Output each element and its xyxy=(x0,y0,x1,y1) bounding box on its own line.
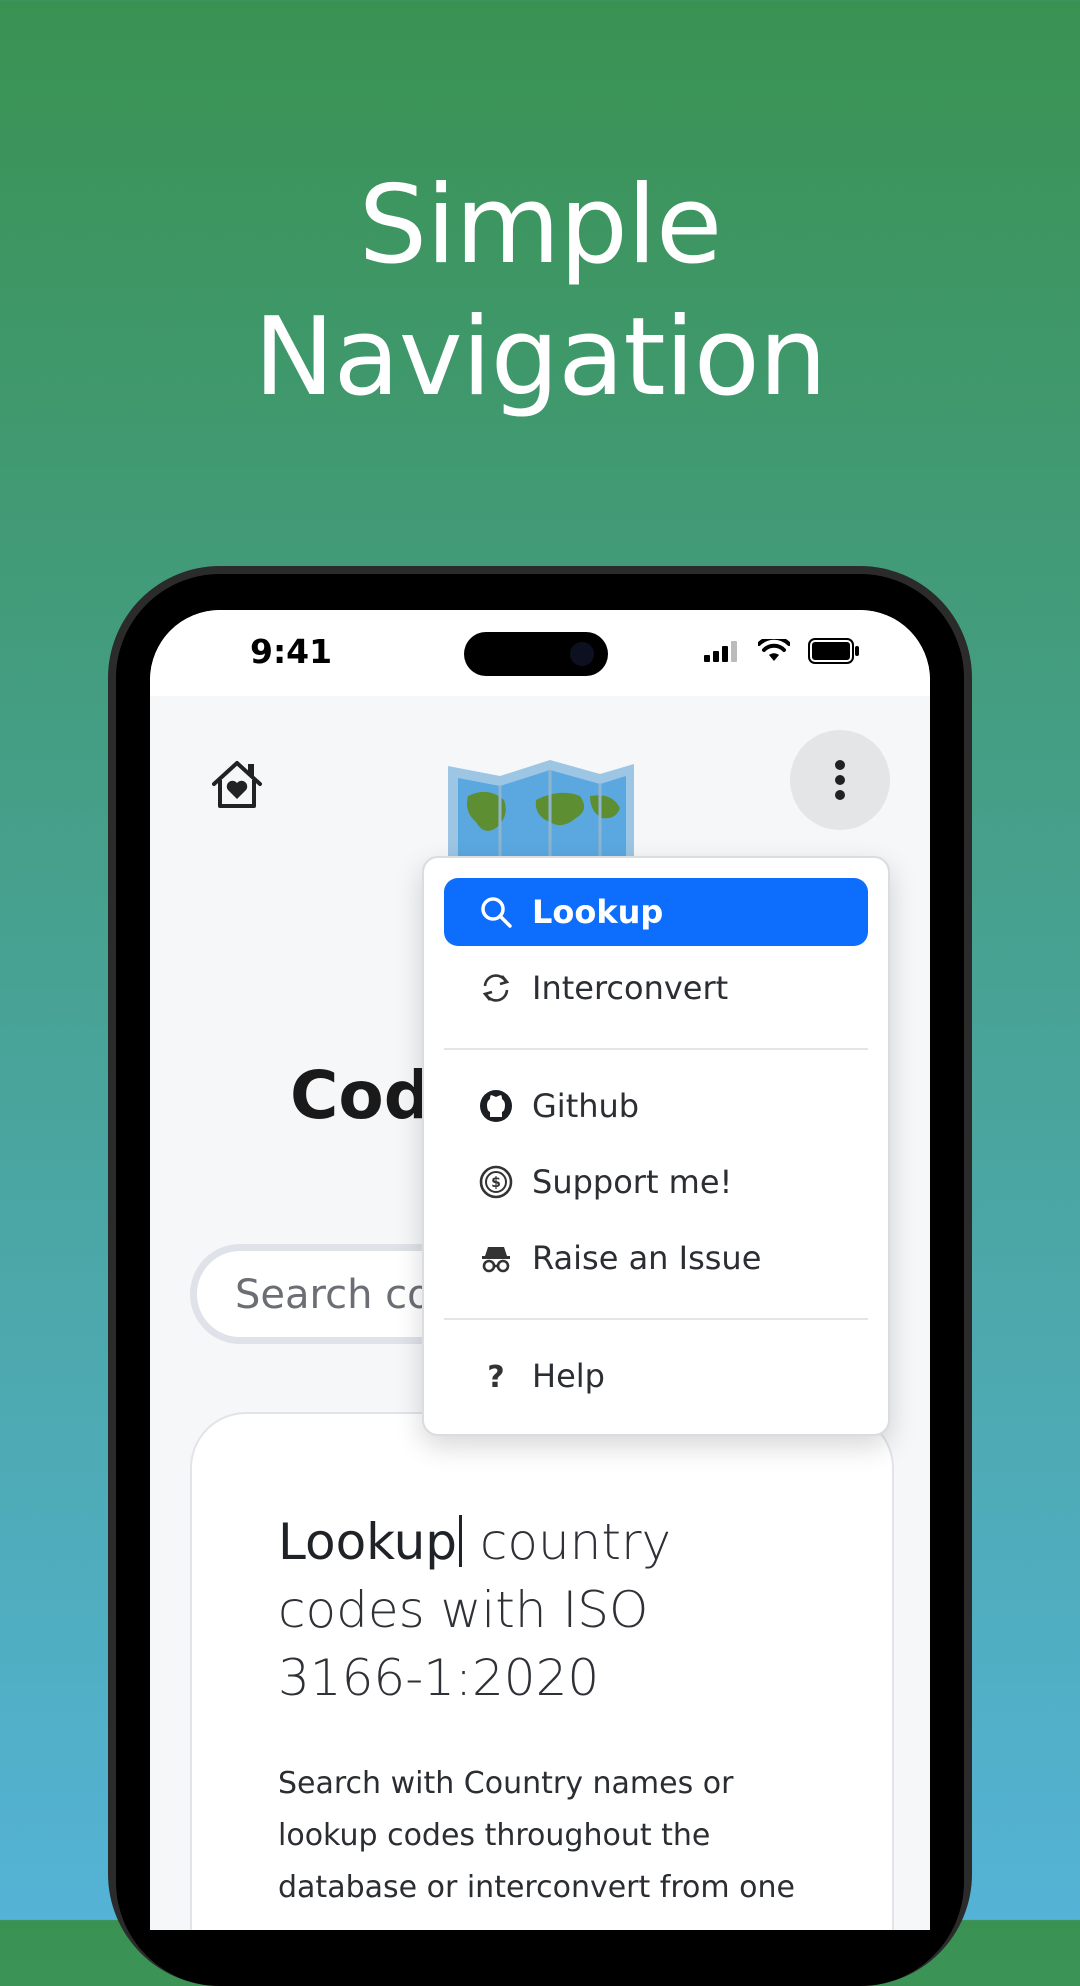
wifi-icon xyxy=(758,639,790,661)
menu-item-label: Help xyxy=(532,1357,605,1395)
menu-item-help[interactable]: ? Help xyxy=(444,1342,868,1410)
search-icon xyxy=(478,894,514,930)
navigation-dropdown-menu: Lookup Interconvert Github $ Support me! xyxy=(422,856,890,1436)
menu-item-label: Lookup xyxy=(532,893,664,931)
phone-screen: 9:41 Cod Search cou Lookup country codes… xyxy=(150,610,930,1930)
card-description: Search with Country names or lookup code… xyxy=(278,1766,795,1905)
menu-item-raise-issue[interactable]: Raise an Issue xyxy=(444,1224,868,1292)
spy-icon xyxy=(478,1240,514,1276)
home-button[interactable] xyxy=(208,756,266,814)
status-icons xyxy=(704,638,860,664)
menu-item-lookup[interactable]: Lookup xyxy=(444,878,868,946)
info-card: Lookup country codes with ISO 3166-1:202… xyxy=(190,1412,894,1930)
menu-divider xyxy=(444,1318,868,1320)
card-title-highlight: Lookup xyxy=(278,1513,458,1571)
svg-text:$: $ xyxy=(491,1175,501,1191)
menu-divider xyxy=(444,1048,868,1050)
svg-text:?: ? xyxy=(487,1360,504,1393)
status-bar: 9:41 xyxy=(150,610,930,696)
menu-item-label: Support me! xyxy=(532,1163,733,1201)
refresh-icon xyxy=(478,970,514,1006)
headline-line-2: Navigation xyxy=(253,295,828,420)
menu-item-github[interactable]: Github xyxy=(444,1072,868,1140)
menu-item-label: Interconvert xyxy=(532,969,729,1007)
card-title: Lookup country codes with ISO 3166-1:202… xyxy=(278,1508,798,1712)
kebab-dot-icon xyxy=(835,775,845,785)
menu-item-support[interactable]: $ Support me! xyxy=(444,1148,868,1216)
camera-icon xyxy=(570,642,594,666)
menu-item-interconvert[interactable]: Interconvert xyxy=(444,954,868,1022)
battery-icon xyxy=(808,638,859,664)
kebab-dot-icon xyxy=(835,790,845,800)
dynamic-island xyxy=(464,632,608,676)
menu-item-label: Github xyxy=(532,1087,640,1125)
marketing-headline: Simple Navigation xyxy=(0,160,1080,424)
text-cursor xyxy=(459,1515,463,1567)
more-menu-button[interactable] xyxy=(790,730,890,830)
menu-item-label: Raise an Issue xyxy=(532,1239,762,1277)
question-icon: ? xyxy=(478,1358,514,1394)
github-icon xyxy=(478,1088,514,1124)
home-heart-icon xyxy=(212,761,262,808)
status-time: 9:41 xyxy=(250,632,333,671)
coin-icon: $ xyxy=(478,1164,514,1200)
headline-line-1: Simple xyxy=(358,163,723,288)
kebab-dot-icon xyxy=(835,760,845,770)
signal-icon xyxy=(704,641,737,662)
